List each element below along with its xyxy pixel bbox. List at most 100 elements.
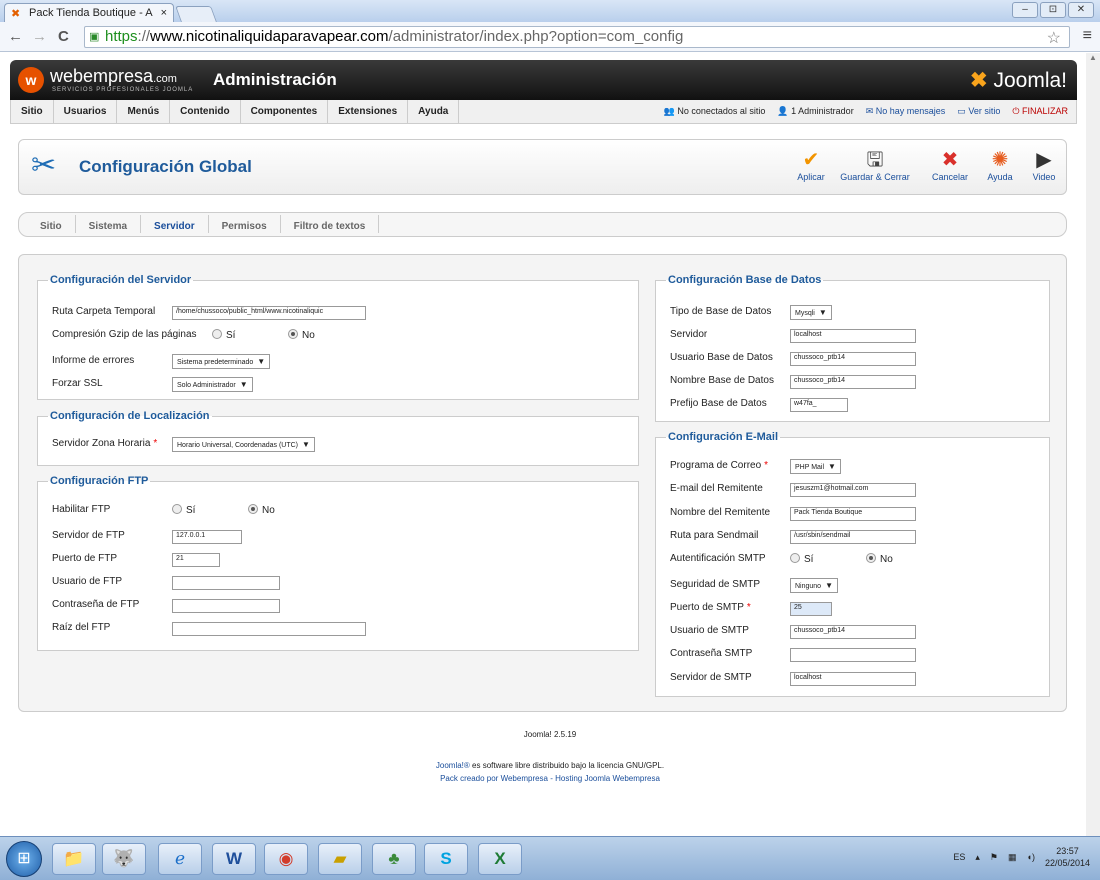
tmp-path-input[interactable]: /home/chussoco/public_html/www.nicotinal… bbox=[172, 306, 366, 320]
smtp-host-input[interactable]: localhost bbox=[790, 672, 916, 686]
network-icon[interactable]: ♣ bbox=[372, 843, 416, 875]
ftp-user-input[interactable] bbox=[172, 576, 280, 590]
menu-menus[interactable]: Menús bbox=[117, 100, 171, 123]
smtp-auth-no-radio[interactable]: No bbox=[866, 553, 893, 565]
logout-link[interactable]: ⏻ FINALIZAR bbox=[1012, 106, 1068, 117]
view-site-link[interactable]: ▭ Ver sitio bbox=[957, 106, 1000, 117]
chrome-icon[interactable]: ◉ bbox=[264, 843, 308, 875]
clock[interactable]: 23:57 22/05/2014 bbox=[1045, 845, 1090, 869]
tab-servidor[interactable]: Servidor bbox=[141, 215, 209, 233]
messages-link[interactable]: ✉ No hay mensajes bbox=[866, 106, 946, 117]
skype-icon[interactable]: S bbox=[424, 843, 468, 875]
ftp-port-input[interactable]: 21 bbox=[172, 553, 220, 567]
tab-permisos[interactable]: Permisos bbox=[209, 215, 281, 233]
view-site-label: Ver sitio bbox=[968, 106, 1001, 116]
tab-sitio[interactable]: Sitio bbox=[27, 215, 76, 233]
smtp-auth-yes-radio[interactable]: Sí bbox=[790, 553, 813, 565]
folder-icon[interactable]: ▰ bbox=[318, 843, 362, 875]
server-config-legend: Configuración del Servidor bbox=[50, 274, 192, 286]
window-controls: – ⊡ ✕ bbox=[1012, 2, 1094, 18]
show-hidden-icons-icon[interactable]: ▴ bbox=[975, 852, 980, 863]
gimp-icon[interactable]: 🐺 bbox=[102, 843, 146, 875]
smtp-port-label: Puerto de SMTP * bbox=[670, 602, 751, 613]
locale-config-fieldset: Configuración de Localización Servidor Z… bbox=[37, 410, 639, 466]
help-button[interactable]: ✺ Ayuda bbox=[985, 148, 1015, 182]
force-ssl-select[interactable]: Solo Administrador ▼ bbox=[172, 377, 253, 392]
gzip-no-radio[interactable]: No bbox=[288, 329, 315, 341]
dropdown-arrow-icon: ▼ bbox=[828, 462, 836, 471]
scroll-up-icon[interactable]: ▲ bbox=[1086, 53, 1100, 62]
save-close-button[interactable]: 🖫 Guardar & Cerrar bbox=[837, 148, 913, 182]
menu-sitio[interactable]: Sitio bbox=[11, 100, 54, 123]
ftp-root-input[interactable] bbox=[172, 622, 366, 636]
dropdown-arrow-icon: ▼ bbox=[257, 357, 266, 366]
webempresa-link[interactable]: Pack creado por Webempresa bbox=[440, 774, 548, 783]
timezone-select[interactable]: Horario Universal, Coordenadas (UTC) ▼ bbox=[172, 437, 315, 452]
menu-componentes[interactable]: Componentes bbox=[241, 100, 329, 123]
smtp-host-label: Servidor de SMTP bbox=[670, 672, 752, 683]
explorer-icon[interactable]: 📁 bbox=[52, 843, 96, 875]
ftp-enable-no-radio[interactable]: No bbox=[248, 504, 275, 516]
minimize-button[interactable]: – bbox=[1012, 2, 1038, 18]
smtp-pass-input[interactable] bbox=[790, 648, 916, 662]
page-title: Configuración Global bbox=[79, 157, 252, 176]
start-button[interactable]: ⊞ bbox=[6, 841, 42, 877]
browser-tab-strip: ✖ Pack Tienda Boutique - A × – ⊡ ✕ bbox=[0, 0, 1100, 22]
cancel-button[interactable]: ✖ Cancelar bbox=[929, 148, 971, 182]
db-name-input[interactable]: chussoco_ptb14 bbox=[790, 375, 916, 389]
new-tab-button[interactable] bbox=[175, 6, 217, 22]
from-name-input[interactable]: Pack Tienda Boutique bbox=[790, 507, 916, 521]
menu-usuarios[interactable]: Usuarios bbox=[54, 100, 118, 123]
ftp-pass-input[interactable] bbox=[172, 599, 280, 613]
tab-close-icon[interactable]: × bbox=[161, 7, 167, 19]
internet-explorer-icon[interactable]: ℯ bbox=[158, 843, 202, 875]
mail-from-input[interactable]: jesuszm1@hotmail.com bbox=[790, 483, 916, 497]
error-reporting-select[interactable]: Sistema predeterminado ▼ bbox=[172, 354, 271, 369]
radio-checked-icon bbox=[288, 329, 298, 339]
db-user-input[interactable]: chussoco_ptb14 bbox=[790, 352, 916, 366]
flag-icon[interactable]: ⚑ bbox=[990, 852, 998, 863]
hosting-link[interactable]: Hosting Joomla Webempresa bbox=[555, 774, 660, 783]
joomla-favicon-icon: ✖ bbox=[11, 8, 21, 20]
smtp-security-select[interactable]: Ninguno ▼ bbox=[790, 578, 838, 593]
gzip-yes-radio[interactable]: Sí bbox=[212, 329, 235, 341]
excel-icon[interactable]: X bbox=[478, 843, 522, 875]
joomla-link[interactable]: Joomla!® bbox=[436, 761, 470, 770]
page-scrollbar[interactable]: ▲ bbox=[1086, 53, 1100, 836]
menu-ayuda[interactable]: Ayuda bbox=[408, 100, 460, 123]
word-icon[interactable]: W bbox=[212, 843, 256, 875]
volume-icon[interactable]: ◖) bbox=[1027, 852, 1035, 862]
address-bar[interactable]: ▣ https://www.nicotinaliquidaparavapear.c… bbox=[84, 26, 1070, 48]
db-type-select[interactable]: Mysqli ▼ bbox=[790, 305, 832, 320]
tab-sistema[interactable]: Sistema bbox=[76, 215, 142, 233]
forward-button[interactable]: → bbox=[32, 28, 47, 45]
db-host-input[interactable]: localhost bbox=[790, 329, 916, 343]
ftp-host-input[interactable]: 127.0.0.1 bbox=[172, 530, 242, 544]
close-window-button[interactable]: ✕ bbox=[1068, 2, 1094, 18]
back-button[interactable]: ← bbox=[8, 28, 23, 45]
mailer-select[interactable]: PHP Mail ▼ bbox=[790, 459, 841, 474]
menu-contenido[interactable]: Contenido bbox=[170, 100, 241, 123]
required-asterisk: * bbox=[746, 602, 751, 613]
sendmail-label: Ruta para Sendmail bbox=[670, 530, 759, 541]
dropdown-arrow-icon: ▼ bbox=[818, 308, 827, 317]
browser-tab[interactable]: ✖ Pack Tienda Boutique - A × bbox=[4, 3, 174, 22]
language-indicator[interactable]: ES bbox=[953, 852, 965, 862]
maximize-button[interactable]: ⊡ bbox=[1040, 2, 1066, 18]
apply-button[interactable]: ✔ Aplicar bbox=[791, 148, 831, 182]
browser-menu-icon[interactable]: ≡ bbox=[1083, 27, 1092, 45]
ftp-enable-yes-radio[interactable]: Sí bbox=[172, 504, 195, 516]
config-tools-icon: ✂ bbox=[31, 149, 57, 182]
menu-extensiones[interactable]: Extensiones bbox=[328, 100, 409, 123]
user-icon: 👤 bbox=[777, 106, 789, 116]
network-tray-icon[interactable]: ▦ bbox=[1008, 852, 1017, 863]
db-prefix-input[interactable]: w47fa_ bbox=[790, 398, 848, 412]
smtp-user-input[interactable]: chussoco_ptb14 bbox=[790, 625, 916, 639]
smtp-port-input[interactable]: 25 bbox=[790, 602, 832, 616]
tab-filtro-textos[interactable]: Filtro de textos bbox=[281, 215, 380, 233]
bookmark-star-icon[interactable]: ☆ bbox=[1047, 28, 1061, 47]
video-button[interactable]: ▶ Video bbox=[1029, 148, 1059, 182]
tab-title: Pack Tienda Boutique - A bbox=[29, 7, 153, 19]
reload-button[interactable]: C bbox=[58, 28, 69, 45]
sendmail-input[interactable]: /usr/sbin/sendmail bbox=[790, 530, 916, 544]
